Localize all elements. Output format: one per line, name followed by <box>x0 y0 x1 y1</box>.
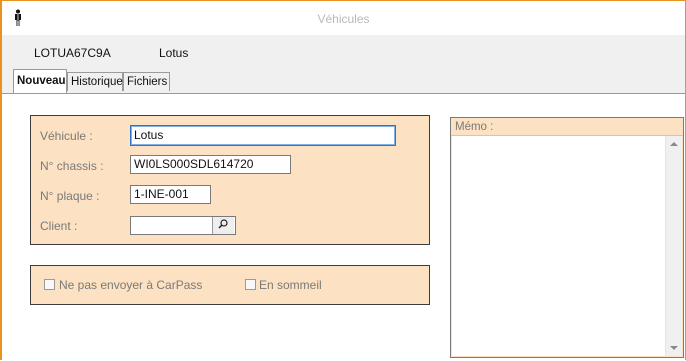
scroll-up-icon[interactable] <box>670 142 678 146</box>
tab-historique[interactable]: Historique <box>67 72 123 91</box>
sommeil-checkbox[interactable] <box>245 279 256 290</box>
vehicle-window: Véhicules LOTUA67C9A Lotus Nouveau Histo… <box>0 0 686 361</box>
vehicle-info-bar: LOTUA67C9A Lotus <box>2 35 685 69</box>
tab-nouveau[interactable]: Nouveau <box>13 69 67 93</box>
memo-header: Mémo : <box>451 118 683 136</box>
chassis-input[interactable]: WI0LS000SDL614720 <box>130 155 291 174</box>
memo-textarea[interactable] <box>452 136 682 356</box>
client-search-button[interactable] <box>212 217 234 234</box>
vehicule-label: Véhicule : <box>40 129 93 143</box>
memo-panel: Mémo : <box>450 117 684 358</box>
vehicule-input[interactable]: Lotus <box>130 125 396 146</box>
carpass-label[interactable]: Ne pas envoyer à CarPass <box>59 278 202 292</box>
sommeil-label[interactable]: En sommeil <box>259 278 322 292</box>
options-panel: Ne pas envoyer à CarPass En sommeil <box>30 265 430 305</box>
title-bar: Véhicules <box>2 1 685 35</box>
vehicle-details-panel: Véhicule : Lotus N° chassis : WI0LS000SD… <box>30 115 430 245</box>
chassis-label: N° chassis : <box>40 159 104 173</box>
client-input[interactable] <box>130 216 236 235</box>
scroll-down-icon[interactable] <box>670 346 678 350</box>
memo-label: Mémo : <box>455 121 494 133</box>
plaque-label: N° plaque : <box>40 189 100 203</box>
tab-strip: Nouveau Historique Fichiers <box>2 69 685 93</box>
search-icon <box>218 219 228 229</box>
plaque-input[interactable]: 1-INE-001 <box>130 185 211 204</box>
vehicle-code: LOTUA67C9A <box>34 46 111 60</box>
client-label: Client : <box>40 219 78 233</box>
carpass-checkbox[interactable] <box>44 279 55 290</box>
memo-scrollbar[interactable] <box>665 136 682 356</box>
tab-fichiers[interactable]: Fichiers <box>123 72 170 91</box>
vehicle-make: Lotus <box>159 46 189 60</box>
window-title: Véhicules <box>317 12 370 26</box>
